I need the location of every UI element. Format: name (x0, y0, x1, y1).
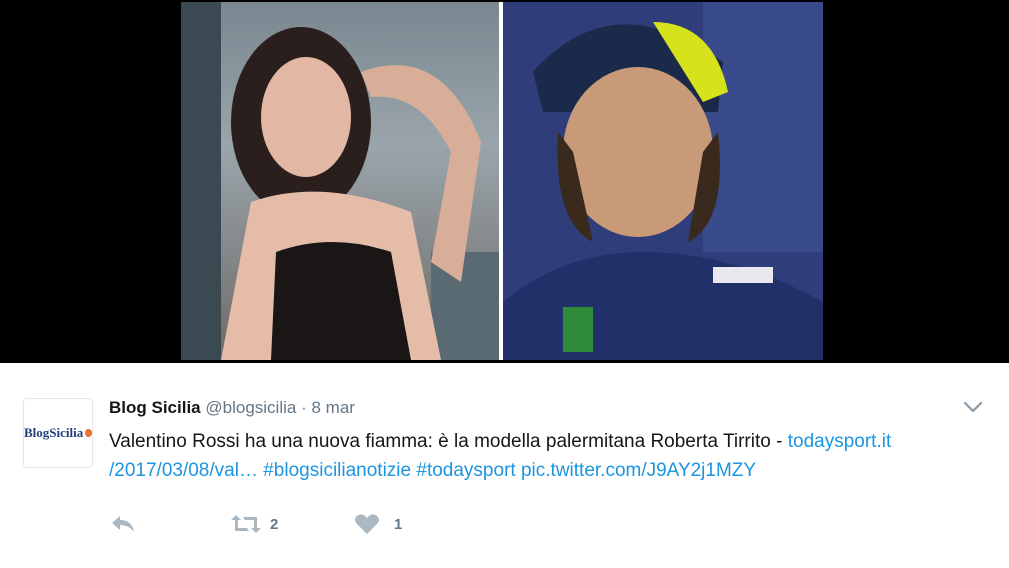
reply-icon (112, 516, 134, 532)
hashtag-todaysport[interactable]: #todaysport (416, 460, 515, 481)
tweet-text: Valentino Rossi ha una nuova fiamma: è l… (109, 427, 989, 485)
retweet-button[interactable]: 2 (230, 513, 278, 535)
retweet-count: 2 (270, 515, 279, 533)
reply-button[interactable] (109, 513, 137, 535)
avatar[interactable]: BlogSicilia (23, 398, 93, 468)
tweet-date[interactable]: 8 mar (311, 398, 354, 417)
article-link-cont[interactable]: /2017/03/08/val… (109, 460, 258, 481)
photo-woman[interactable] (181, 2, 499, 360)
photo-woman-image (181, 2, 499, 360)
heart-icon (355, 514, 379, 534)
chevron-down-icon[interactable] (962, 399, 984, 415)
tweet-body: Valentino Rossi ha una nuova fiamma: è l… (109, 431, 788, 452)
tweet-header: Blog Sicilia @blogsicilia · 8 mar (109, 398, 355, 418)
photo-rossi[interactable] (503, 2, 823, 360)
article-link[interactable]: todaysport.it (788, 431, 892, 452)
like-count: 1 (394, 515, 403, 533)
hashtag-blogsicilianotizie[interactable]: #blogsicilianotizie (263, 460, 411, 481)
retweet-icon (231, 515, 261, 533)
header-separator: · (301, 398, 307, 417)
tweet[interactable]: BlogSicilia Blog Sicilia @blogsicilia · … (0, 363, 1009, 568)
tweet-media[interactable] (0, 0, 1009, 363)
photo-rossi-image (503, 2, 823, 360)
author-handle[interactable]: @blogsicilia (205, 398, 296, 417)
avatar-logo: BlogSicilia (24, 425, 84, 440)
author-name[interactable]: Blog Sicilia (109, 398, 201, 417)
avatar-logo-dot (85, 429, 92, 437)
like-button[interactable]: 1 (354, 513, 402, 535)
pic-link[interactable]: pic.twitter.com/J9AY2j1MZY (521, 460, 756, 481)
